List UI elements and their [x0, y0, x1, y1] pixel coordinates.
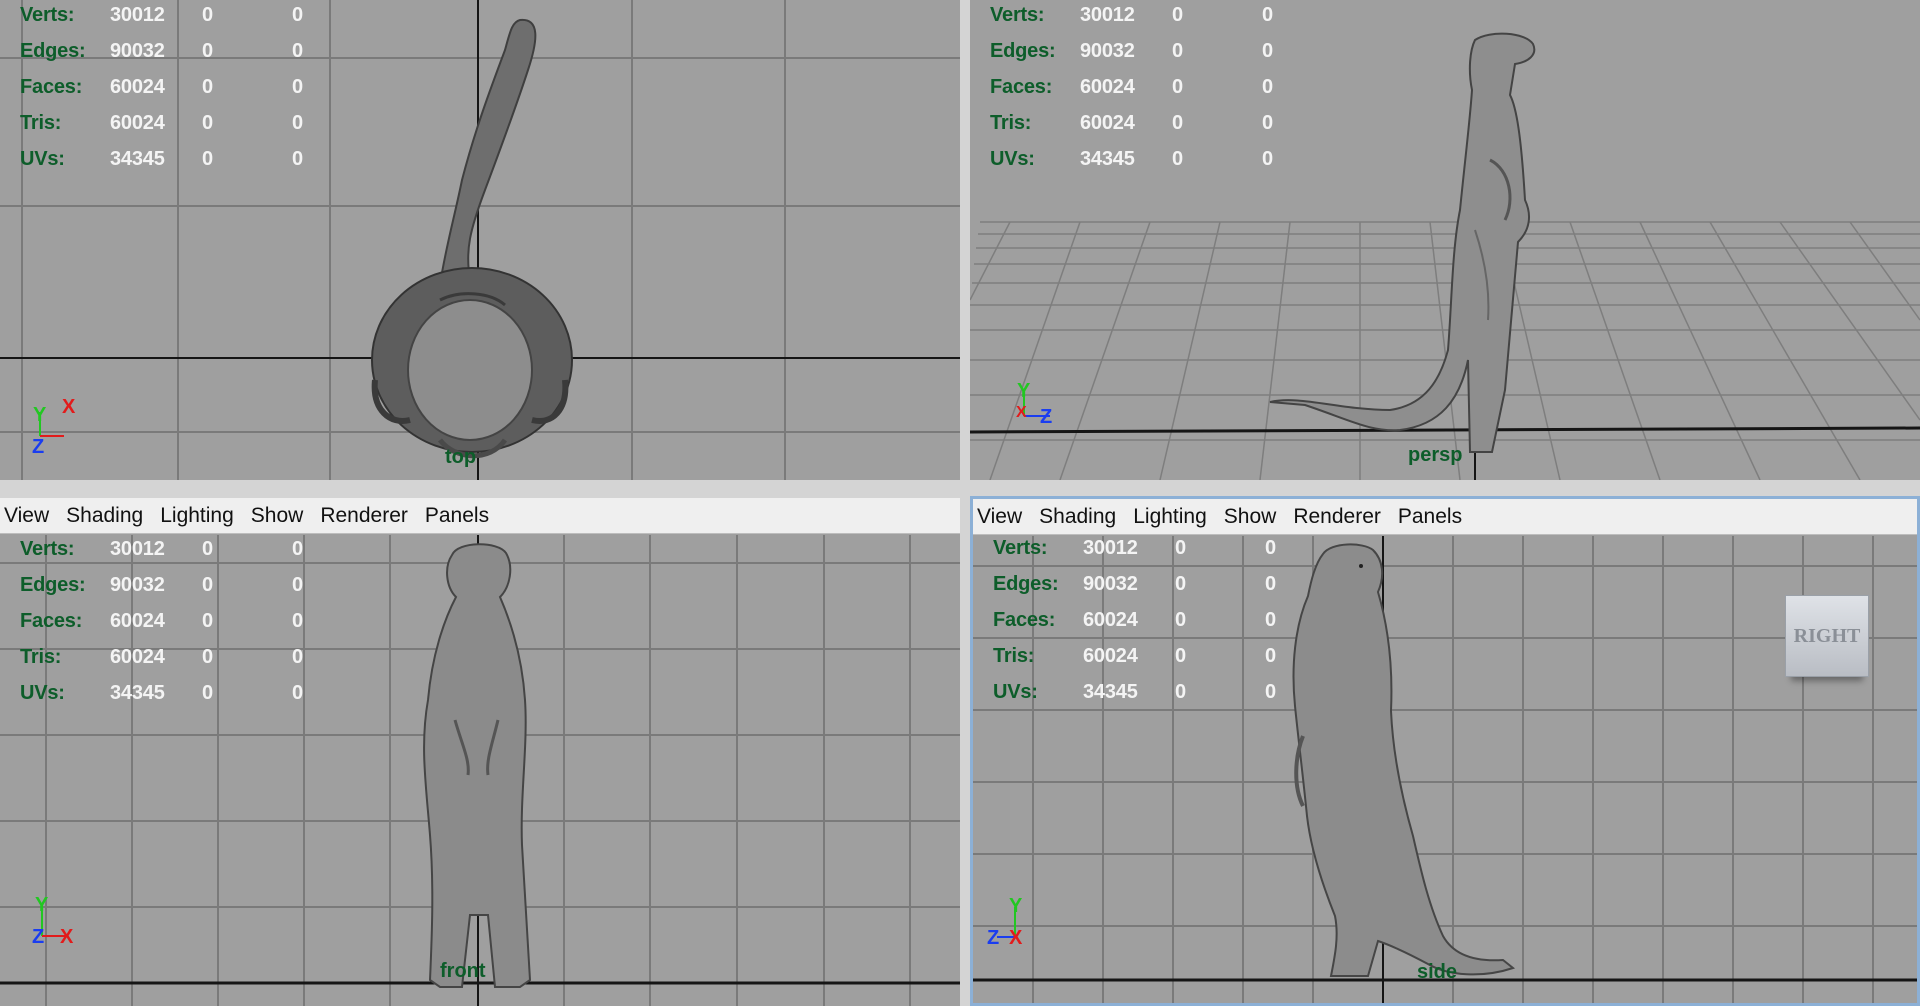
menu-shading[interactable]: Shading: [66, 504, 143, 528]
viewport-top[interactable]: Verts: 30012 0 0 Edges: 90032 0 0 Faces: 60024 0…: [0, 0, 960, 480]
menu-view[interactable]: View: [977, 505, 1022, 529]
viewcube[interactable]: RIGHT: [1785, 595, 1869, 677]
menu-panels[interactable]: Panels: [425, 504, 489, 528]
menu-view[interactable]: View: [4, 504, 49, 528]
meerkat-top-model: [371, 18, 573, 459]
stat-row-uvs: UVs: 34345 0 0: [993, 681, 1276, 703]
menu-renderer[interactable]: Renderer: [320, 504, 408, 528]
axis-x-label: X: [1016, 404, 1027, 421]
stat-row-uvs: UVs: 34345 0 0: [20, 148, 303, 170]
menu-show[interactable]: Show: [1224, 505, 1277, 529]
stat-row-edges: Edges: 90032 0 0: [20, 40, 303, 62]
menu-lighting[interactable]: Lighting: [1133, 505, 1207, 529]
stat-row-faces: Faces: 60024 0 0: [990, 76, 1273, 98]
axis-y-label: Y: [1009, 895, 1023, 917]
axis-y-label: Y: [35, 894, 49, 916]
menu-show[interactable]: Show: [251, 504, 304, 528]
viewport-side[interactable]: View Shading Lighting Show Renderer Pane…: [970, 496, 1920, 1006]
camera-label-top: top: [445, 446, 477, 468]
stat-row-faces: Faces: 60024 0 0: [20, 610, 303, 632]
camera-label-front: front: [440, 960, 486, 982]
stat-row-faces: Faces: 60024 0 0: [993, 609, 1276, 631]
menu-renderer[interactable]: Renderer: [1293, 505, 1381, 529]
stat-row-verts: Verts: 30012 0 0: [990, 4, 1273, 26]
axis-x-label: X: [60, 926, 74, 948]
axis-x-label: X: [62, 396, 76, 418]
viewport-front[interactable]: View Shading Lighting Show Renderer Pane…: [0, 498, 960, 1006]
panel-menu-bar: View Shading Lighting Show Renderer Pane…: [973, 499, 1917, 535]
viewport-persp[interactable]: Verts: 30012 0 0 Edges: 90032 0 0 Faces: 60024 0…: [970, 0, 1920, 480]
stat-row-verts: Verts: 30012 0 0: [20, 538, 303, 560]
stat-row-edges: Edges: 90032 0 0: [20, 574, 303, 596]
axis-z-label: Z: [32, 436, 45, 458]
viewcube-face-label: RIGHT: [1793, 624, 1861, 647]
stat-row-tris: Tris: 60024 0 0: [20, 646, 303, 668]
camera-label-side: side: [1417, 961, 1458, 983]
stat-row-edges: Edges: 90032 0 0: [993, 573, 1276, 595]
menu-lighting[interactable]: Lighting: [160, 504, 234, 528]
axis-z-label: Z: [32, 926, 45, 948]
axis-y-label: Y: [1017, 380, 1031, 402]
axis-z-label: Z: [1040, 406, 1053, 428]
camera-label-persp: persp: [1408, 444, 1463, 466]
panel-divider-vertical[interactable]: [960, 0, 970, 1006]
stat-row-tris: Tris: 60024 0 0: [20, 112, 303, 134]
axis-y-label: Y: [33, 404, 47, 426]
stat-row-uvs: UVs: 34345 0 0: [20, 682, 303, 704]
stat-row-edges: Edges: 90032 0 0: [990, 40, 1273, 62]
stat-row-tris: Tris: 60024 0 0: [993, 645, 1276, 667]
stat-row-tris: Tris: 60024 0 0: [990, 112, 1273, 134]
meerkat-side-model: [1292, 543, 1516, 977]
stat-row-verts: Verts: 30012 0 0: [993, 537, 1276, 559]
axis-x-label: X: [1009, 927, 1023, 949]
menu-shading[interactable]: Shading: [1039, 505, 1116, 529]
stat-row-faces: Faces: 60024 0 0: [20, 76, 303, 98]
menu-panels[interactable]: Panels: [1398, 505, 1462, 529]
panel-menu-bar: View Shading Lighting Show Renderer Pane…: [0, 498, 960, 534]
axis-z-label: Z: [987, 927, 1000, 949]
stat-row-uvs: UVs: 34345 0 0: [990, 148, 1273, 170]
stat-row-verts: Verts: 30012 0 0: [20, 4, 303, 26]
